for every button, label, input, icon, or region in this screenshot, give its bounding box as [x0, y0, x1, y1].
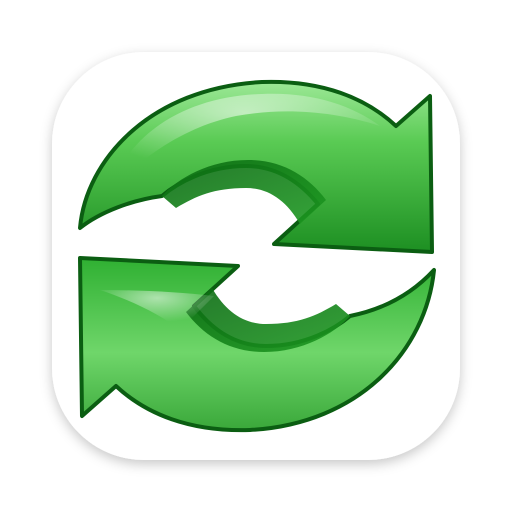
app-icon: [52, 52, 460, 460]
app-icon-stage: [0, 0, 512, 512]
